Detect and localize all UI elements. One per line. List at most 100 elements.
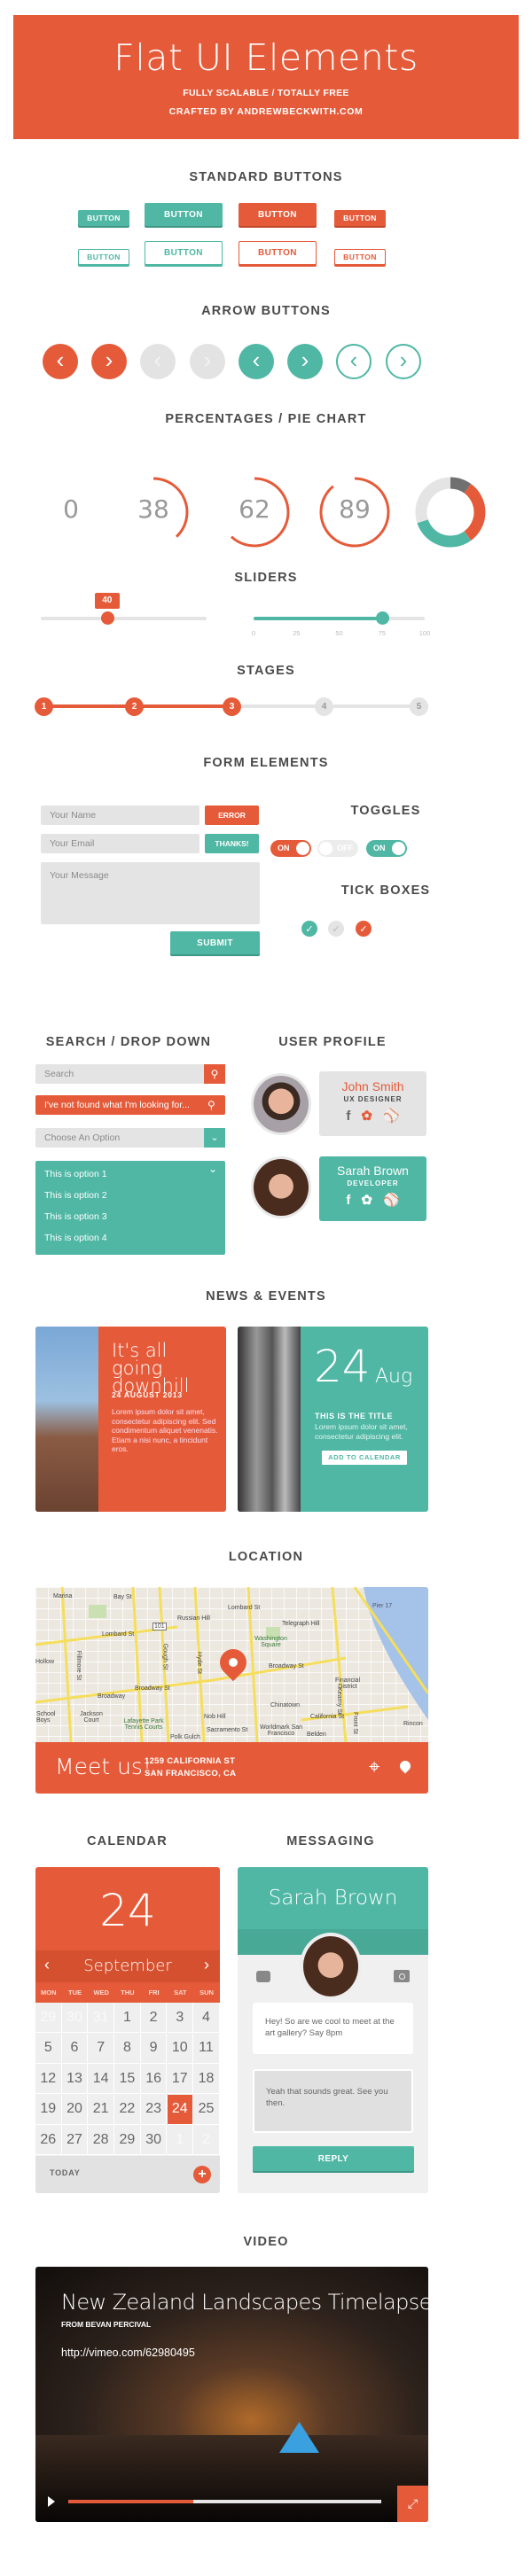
calendar-day[interactable]: 15 [114,2064,141,2094]
arrow-button-orange[interactable]: ‹ [43,344,78,379]
toggle-2[interactable]: OFF [317,840,358,857]
stage-step-4[interactable]: 4 [315,697,333,716]
chevron-down-icon[interactable]: ⌄ [208,1163,217,1175]
arrow-button-orange[interactable]: › [91,344,127,379]
message-textarea[interactable]: Your Message [41,862,260,924]
calendar-day[interactable]: 11 [193,2033,220,2064]
calendar-day[interactable]: 29 [114,2125,141,2155]
video-player[interactable]: New Zealand Landscapes Timelapse FROM BE… [35,2267,428,2522]
arrow-button-disabled[interactable]: ‹ [140,344,176,379]
news-article-card[interactable]: It's all going downhill 24 AUGUST 2013 L… [35,1327,226,1512]
name-input[interactable]: Your Name [41,805,200,825]
camera-icon[interactable] [394,1970,410,1982]
calendar-day[interactable]: 6 [61,2033,89,2064]
select-dropdown[interactable]: Choose An Option [35,1128,225,1148]
facebook-icon[interactable]: f [346,1109,350,1124]
slider-2[interactable] [254,611,425,625]
reply-button[interactable]: REPLY [253,2146,414,2171]
calendar-day[interactable]: 29 [35,2003,62,2033]
twitter-icon[interactable]: ✿ [361,1193,372,1208]
reply-textarea[interactable]: Yeah that sounds great. See you then. [253,2069,413,2133]
calendar-day[interactable]: 22 [114,2094,141,2125]
button-teal-outline-small[interactable]: BUTTON [78,249,129,265]
arrow-button-teal-outline[interactable]: › [386,344,421,379]
fullscreen-icon[interactable]: ⤢ [397,2486,428,2522]
play-icon[interactable] [48,2496,55,2507]
stage-step-5[interactable]: 5 [410,697,428,716]
video-progress-bar[interactable] [68,2500,381,2503]
tick-box-1[interactable]: ✓ [301,921,317,937]
calendar-day[interactable]: 4 [193,2003,220,2033]
arrow-button-teal[interactable]: › [287,344,323,379]
calendar-day[interactable]: 16 [140,2064,168,2094]
slider-1-thumb[interactable] [100,611,114,625]
button-orange-outline-large[interactable]: BUTTON [239,241,317,265]
calendar-day[interactable]: 7 [88,2033,114,2064]
calendar-day[interactable]: 9 [140,2033,168,2064]
button-orange-outline-small[interactable]: BUTTON [334,249,386,265]
facebook-icon[interactable]: f [346,1193,350,1208]
calendar-next-icon[interactable]: › [204,1956,209,1974]
arrow-button-teal-outline[interactable]: ‹ [336,344,372,379]
calendar-day[interactable]: 12 [35,2064,62,2094]
calendar-day[interactable]: 26 [35,2125,62,2155]
calendar-day[interactable]: 30 [140,2125,168,2155]
calendar-day[interactable]: 10 [167,2033,194,2064]
calendar-day[interactable]: 17 [167,2064,194,2094]
calendar-day[interactable]: 23 [140,2094,168,2125]
calendar-day[interactable]: 19 [35,2094,62,2125]
email-input[interactable]: Your Email [41,834,200,853]
search-button[interactable]: ⚲ [204,1064,225,1084]
dropdown-open-list[interactable]: This is option 1 This is option 2 This i… [35,1161,225,1255]
button-teal-large[interactable]: BUTTON [145,203,223,226]
dropdown-option[interactable]: This is option 2 [44,1190,107,1201]
calendar-day[interactable]: 27 [61,2125,89,2155]
location-pin-icon[interactable] [397,1758,413,1774]
chevron-down-icon[interactable]: ⌄ [204,1128,225,1148]
calendar-day-selected[interactable]: 24 [167,2094,194,2125]
toggle-1[interactable]: ON [270,840,311,857]
calendar-day[interactable]: 5 [35,2033,62,2064]
button-orange-large[interactable]: BUTTON [239,203,317,226]
button-teal-small[interactable]: BUTTON [78,210,129,226]
dropdown-option[interactable]: This is option 4 [44,1233,107,1243]
add-event-icon[interactable]: + [193,2166,211,2183]
dribbble-icon[interactable]: ⚾ [383,1109,400,1124]
calendar-day[interactable]: 18 [193,2064,220,2094]
dribbble-icon[interactable]: ⚾ [383,1193,400,1208]
button-teal-outline-large[interactable]: BUTTON [145,241,223,265]
search-input-active[interactable]: I've not found what I'm looking for... [35,1095,225,1115]
video-url[interactable]: http://vimeo.com/62980495 [61,2346,195,2359]
twitter-icon[interactable]: ✿ [361,1109,372,1124]
map[interactable]: Marina Bay St Lombard St Russian Hill 10… [35,1587,428,1742]
calendar-day[interactable]: 30 [61,2003,89,2033]
calendar-day[interactable]: 31 [88,2003,114,2033]
dropdown-option[interactable]: This is option 1 [44,1169,107,1179]
stage-step-3[interactable]: 3 [223,697,241,716]
slider-1[interactable]: 40 [41,593,207,625]
calendar-day[interactable]: 2 [193,2125,220,2155]
search-icon[interactable]: ⚲ [207,1095,225,1115]
calendar-day[interactable]: 14 [88,2064,114,2094]
calendar-day[interactable]: 25 [193,2094,220,2125]
dropdown-option[interactable]: This is option 3 [44,1211,107,1222]
stage-step-2[interactable]: 2 [125,697,144,716]
calendar-day[interactable]: 2 [140,2003,168,2033]
stage-step-1[interactable]: 1 [35,697,53,716]
calendar-day[interactable]: 20 [61,2094,89,2125]
calendar-day[interactable]: 1 [114,2003,141,2033]
button-orange-small[interactable]: BUTTON [334,210,386,226]
toggle-3[interactable]: ON [366,840,407,857]
calendar-day[interactable]: 21 [88,2094,114,2125]
today-button[interactable]: TODAY [50,2168,81,2177]
arrow-button-teal[interactable]: ‹ [239,344,274,379]
calendar-day[interactable]: 13 [61,2064,89,2094]
calendar-day[interactable]: 8 [114,2033,141,2064]
tick-box-3[interactable]: ✓ [356,921,372,937]
add-to-calendar-button[interactable]: ADD TO CALENDAR [322,1451,407,1465]
arrow-button-disabled[interactable]: › [190,344,225,379]
chat-icon[interactable] [256,1971,270,1982]
calendar-day[interactable]: 3 [167,2003,194,2033]
tick-box-2[interactable]: ✓ [328,921,344,937]
search-input[interactable]: Search [35,1064,225,1084]
